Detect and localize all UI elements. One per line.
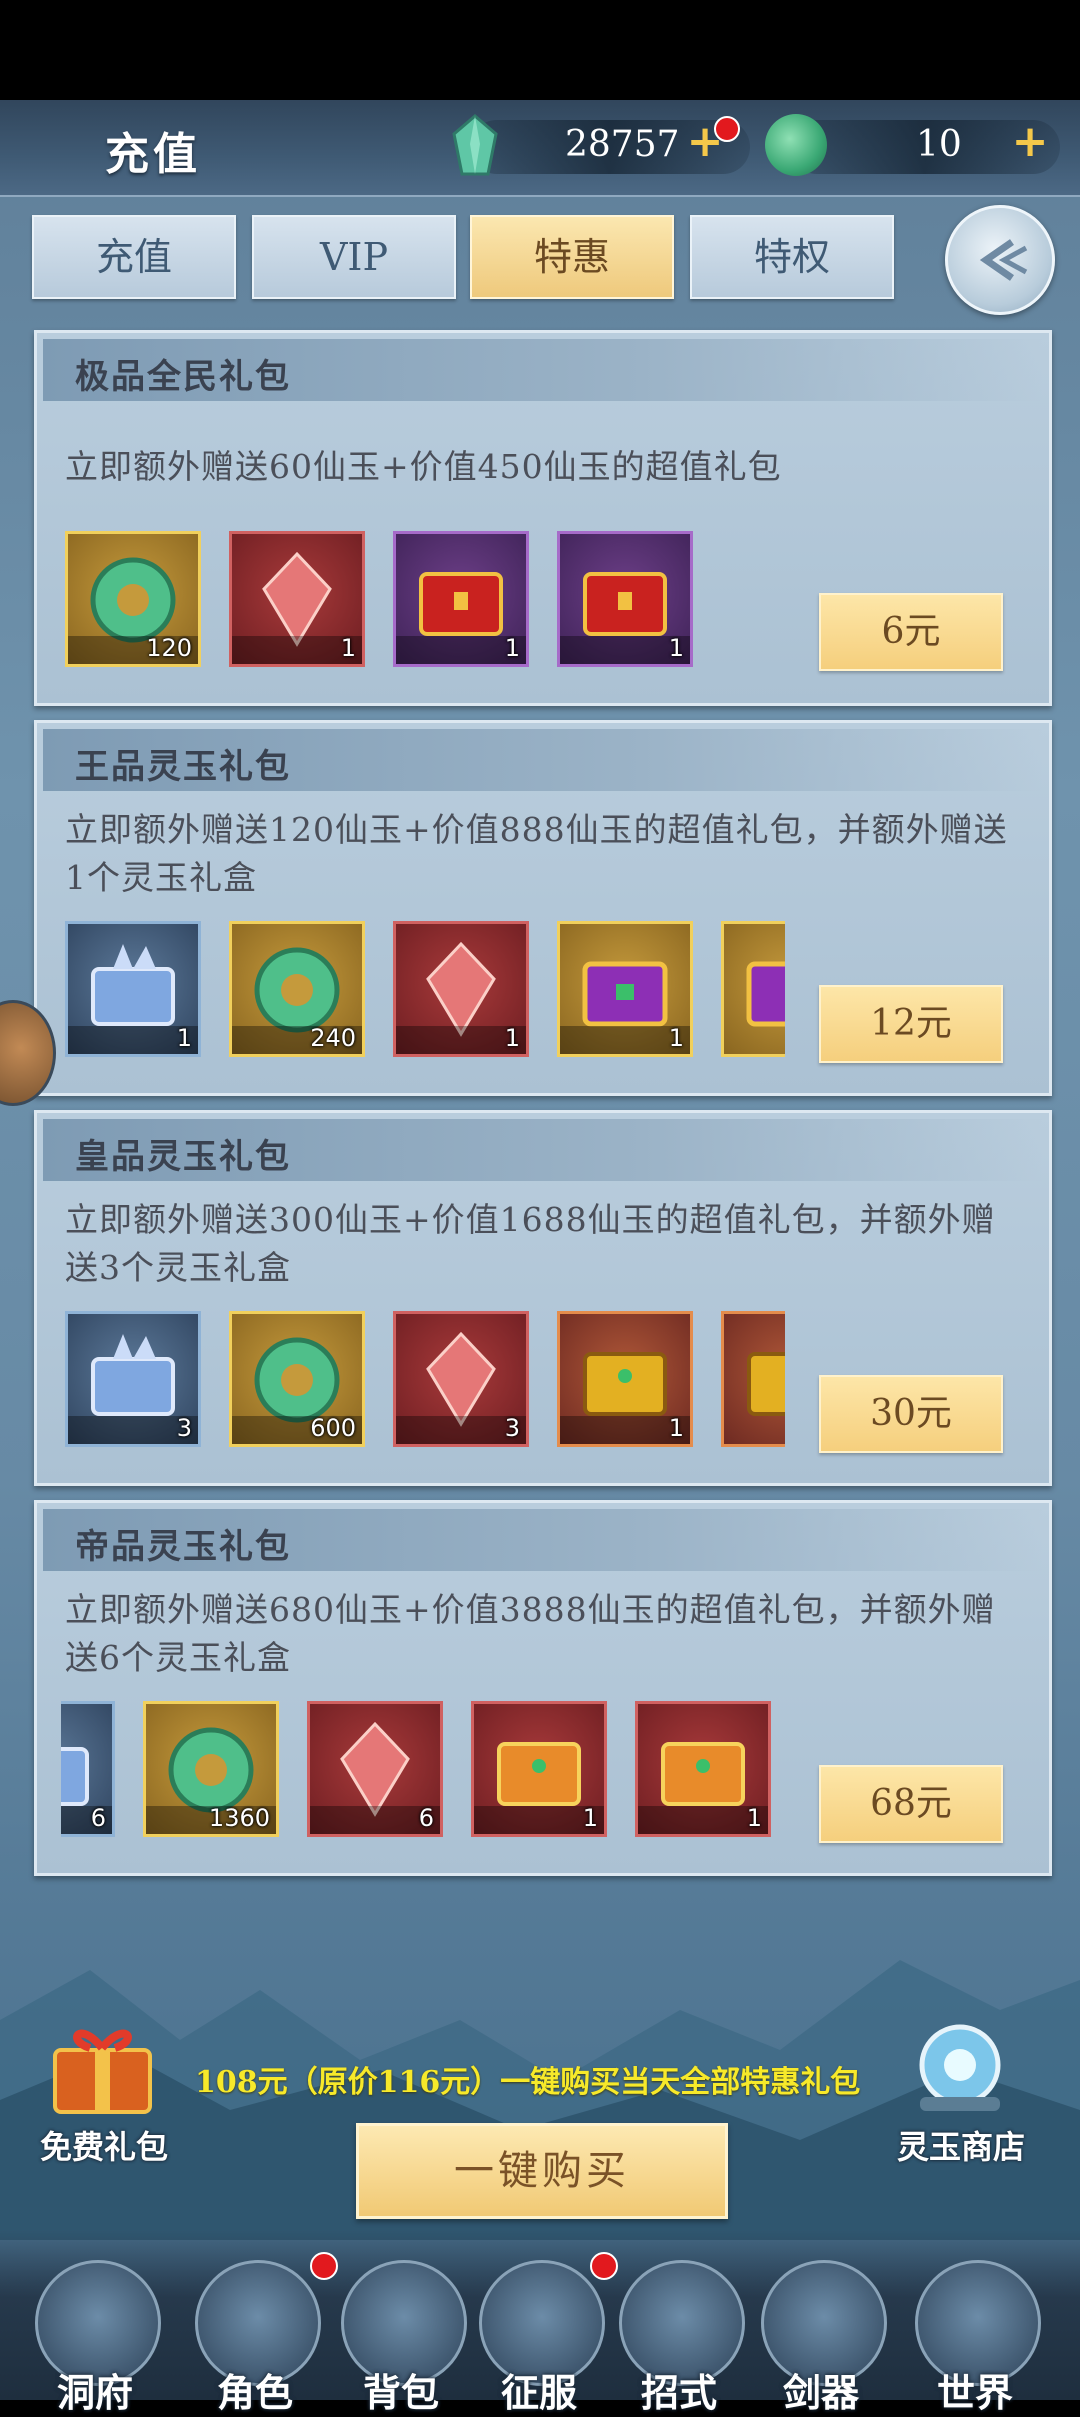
nav-label: 剑器 [782,2370,859,2415]
back-arrow-icon [979,239,1028,281]
pack-title: 皇品灵玉礼包 [75,1137,291,1177]
chest-item[interactable]: 1 [557,1311,693,1447]
red-crystal-item[interactable]: 1 [229,531,365,667]
item-count: 1 [668,1024,684,1052]
nav-world[interactable]: 世界 [910,2250,1041,2415]
item-count: 1 [668,634,684,662]
tab-vip[interactable]: VIP [252,215,456,299]
nav-label: 洞府 [56,2370,133,2415]
nav-sword[interactable]: 剑器 [756,2250,887,2415]
item-count: 3 [504,1414,520,1442]
nav-character[interactable]: 角色 [190,2250,338,2415]
item-count: 1 [582,1804,598,1832]
pack-description: 立即额外赠送60仙玉+价值450仙玉的超值礼包 [65,447,782,486]
item-count: 6 [418,1804,434,1832]
pack-items: 1 240 1 1 [65,921,785,1063]
gem-count: 28757 [565,124,680,165]
gift-box-icon[interactable] [45,2010,160,2120]
pack-items: 6 1360 6 1 1 [61,1701,821,1843]
page-title: 充值 [105,129,201,180]
red-crystal-item[interactable]: 6 [307,1701,443,1837]
pack-card: 王品灵玉礼包 立即额外赠送120仙玉+价值888仙玉的超值礼包，并额外赠送1个灵… [34,720,1052,1096]
pack-items: 3 600 3 1 [65,1311,785,1453]
nav-label: 角色 [216,2370,293,2415]
gem-notification-dot [714,116,740,142]
tab-special-offer[interactable]: 特惠 [470,215,674,299]
item-count: 1360 [208,1804,270,1832]
chest-item-partial[interactable] [721,1311,785,1447]
item-count: 6 [90,1804,106,1832]
chest-item[interactable]: 1 [635,1701,771,1837]
pack-items: 120 1 1 1 [65,531,705,673]
item-count: 1 [340,634,356,662]
chest-item[interactable]: 1 [393,531,529,667]
nav-backpack[interactable]: 背包 [336,2250,467,2415]
item-count: 120 [146,634,192,662]
purple-chest-icon [746,961,785,1027]
jade-shop-label[interactable]: 灵玉商店 [897,2122,1025,2168]
crystal-chest-item[interactable]: 3 [65,1311,201,1447]
pack-description: 立即额外赠送120仙玉+价值888仙玉的超值礼包，并额外赠送1个灵玉礼盒 [65,810,1008,897]
pack-card: 皇品灵玉礼包 立即额外赠送300仙玉+价值1688仙玉的超值礼包，并额外赠送3个… [34,1110,1052,1486]
jade-item[interactable]: 120 [65,531,201,667]
chest-item-partial[interactable] [721,921,785,1057]
item-count: 3 [176,1414,192,1442]
pack-description: 立即额外赠送300仙玉+价值1688仙玉的超值礼包，并额外赠送3个灵玉礼盒 [65,1200,996,1287]
nav-label: 世界 [936,2370,1013,2415]
buy-pack-button[interactable]: 68元 [819,1765,1003,1843]
jade-item[interactable]: 240 [229,921,365,1057]
gem-icon [452,114,498,176]
add-jade-button[interactable]: + [1010,120,1050,164]
chest-item[interactable]: 1 [557,531,693,667]
jade-icon [765,114,827,176]
item-count: 240 [310,1024,356,1052]
pack-title: 帝品灵玉礼包 [75,1527,291,1567]
pack-card: 极品全民礼包 立即额外赠送60仙玉+价值450仙玉的超值礼包 120 1 1 1… [34,330,1052,706]
jade-item[interactable]: 600 [229,1311,365,1447]
item-count: 1 [504,1024,520,1052]
gold-chest-icon [747,1352,785,1416]
nav-label: 征服 [500,2370,577,2415]
jade-count: 10 [916,124,962,165]
nav-label: 背包 [362,2370,439,2415]
item-count: 1 [668,1414,684,1442]
crystal-chest-item[interactable]: 1 [65,921,201,1057]
buy-pack-button[interactable]: 6元 [819,593,1003,671]
buy-pack-button[interactable]: 12元 [819,985,1003,1063]
bundle-offer-text: 108元（原价116元）一键购买当天全部特惠礼包 [195,2065,861,2100]
notification-dot [310,2252,338,2280]
back-button[interactable] [945,205,1055,315]
pack-description: 立即额外赠送680仙玉+价值3888仙玉的超值礼包，并额外赠送6个灵玉礼盒 [65,1590,996,1677]
crystal-chest-item[interactable]: 6 [61,1701,115,1837]
item-count: 1 [746,1804,762,1832]
status-bar-area [0,0,1080,100]
chest-item[interactable]: 1 [557,921,693,1057]
chest-item[interactable]: 1 [471,1701,607,1837]
free-gift-label[interactable]: 免费礼包 [40,2122,168,2168]
jade-shop-icon[interactable] [905,2015,1015,2125]
buy-all-button[interactable]: 一键购买 [356,2123,728,2219]
pack-card: 帝品灵玉礼包 立即额外赠送680仙玉+价值3888仙玉的超值礼包，并额外赠送6个… [34,1500,1052,1876]
nav-conquer[interactable]: 征服 [474,2250,618,2415]
item-count: 1 [504,634,520,662]
nav-skills[interactable]: 招式 [614,2250,745,2415]
red-crystal-item[interactable]: 1 [393,921,529,1057]
tab-recharge[interactable]: 充值 [32,215,236,299]
nav-label: 招式 [640,2370,717,2415]
nav-cave-dwelling[interactable]: 洞府 [30,2250,161,2415]
tab-privilege[interactable]: 特权 [690,215,894,299]
red-crystal-item[interactable]: 3 [393,1311,529,1447]
item-count: 600 [310,1414,356,1442]
buy-pack-button[interactable]: 30元 [819,1375,1003,1453]
pack-title: 王品灵玉礼包 [75,747,291,787]
jade-item[interactable]: 1360 [143,1701,279,1837]
item-count: 1 [176,1024,192,1052]
pack-title: 极品全民礼包 [75,357,291,397]
